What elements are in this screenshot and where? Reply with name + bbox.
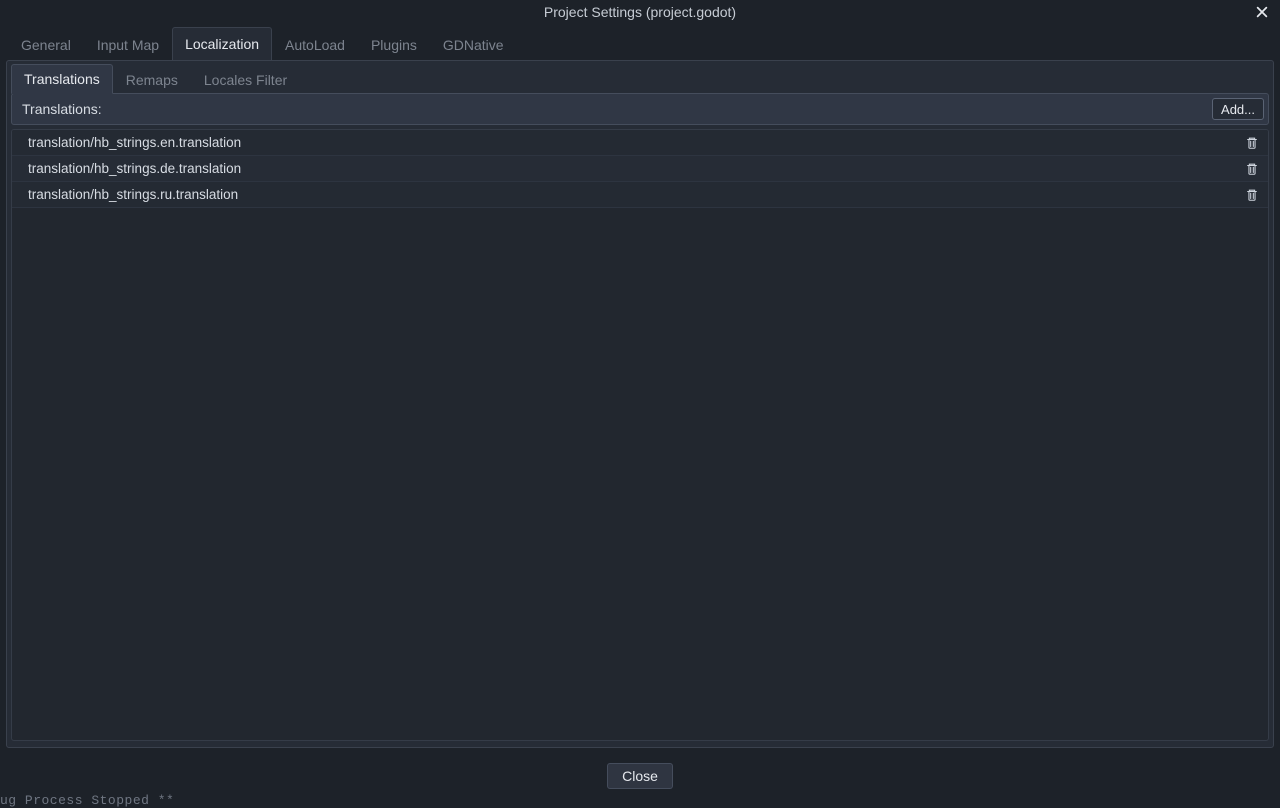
tab-autoload[interactable]: AutoLoad <box>272 28 358 61</box>
tab-localization[interactable]: Localization <box>172 27 272 61</box>
status-bar-text: ug Process Stopped ** <box>0 793 174 808</box>
add-translation-button[interactable]: Add... <box>1212 98 1264 120</box>
main-tab-bar: General Input Map Localization AutoLoad … <box>0 24 1280 60</box>
trash-icon <box>1245 136 1259 150</box>
list-item[interactable]: translation/hb_strings.ru.translation <box>12 182 1268 208</box>
subtab-locales-filter[interactable]: Locales Filter <box>191 65 300 94</box>
translations-list: translation/hb_strings.en.translation tr… <box>11 129 1269 741</box>
subtab-remaps[interactable]: Remaps <box>113 65 191 94</box>
trash-icon <box>1245 188 1259 202</box>
translation-path: translation/hb_strings.ru.translation <box>28 187 238 202</box>
subtab-translations[interactable]: Translations <box>11 64 113 94</box>
delete-translation-button[interactable] <box>1242 159 1262 179</box>
main-panel: Translations Remaps Locales Filter Trans… <box>6 60 1274 748</box>
list-item[interactable]: translation/hb_strings.de.translation <box>12 156 1268 182</box>
list-item[interactable]: translation/hb_strings.en.translation <box>12 130 1268 156</box>
window-title: Project Settings (project.godot) <box>544 4 736 20</box>
close-icon <box>1255 5 1269 19</box>
delete-translation-button[interactable] <box>1242 133 1262 153</box>
close-button[interactable]: Close <box>607 763 673 789</box>
tab-general[interactable]: General <box>8 28 84 61</box>
translations-label: Translations: <box>22 101 102 117</box>
tab-plugins[interactable]: Plugins <box>358 28 430 61</box>
translation-path: translation/hb_strings.en.translation <box>28 135 241 150</box>
translations-header: Translations: Add... <box>11 93 1269 125</box>
tab-gdnative[interactable]: GDNative <box>430 28 517 61</box>
trash-icon <box>1245 162 1259 176</box>
window-close-button[interactable] <box>1252 2 1272 22</box>
translation-path: translation/hb_strings.de.translation <box>28 161 241 176</box>
titlebar: Project Settings (project.godot) <box>0 0 1280 24</box>
footer: Close <box>0 758 1280 794</box>
delete-translation-button[interactable] <box>1242 185 1262 205</box>
tab-input-map[interactable]: Input Map <box>84 28 172 61</box>
sub-tab-bar: Translations Remaps Locales Filter <box>7 61 1273 93</box>
